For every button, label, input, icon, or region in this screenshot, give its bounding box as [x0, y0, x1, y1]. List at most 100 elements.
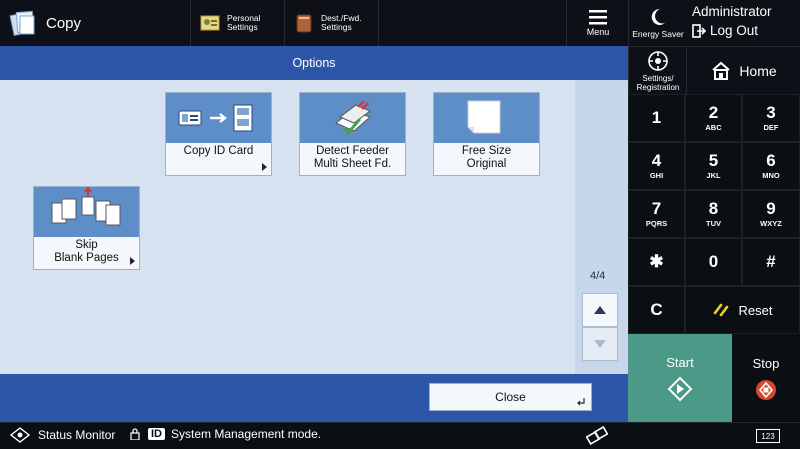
- detect-feeder-label-1: Detect Feeder: [316, 145, 389, 157]
- key-0[interactable]: 0: [685, 238, 742, 286]
- empty-quick-slot: [378, 0, 567, 46]
- key-number: 6: [766, 151, 776, 170]
- settings-label-1: Settings/: [642, 74, 674, 83]
- personal-settings-icon: [200, 15, 220, 31]
- logout-button[interactable]: Log Out: [692, 23, 758, 38]
- key-4[interactable]: 4 GHI: [628, 142, 685, 190]
- reset-icon: [713, 303, 728, 317]
- page-indicator: 4/4: [590, 270, 606, 282]
- status-monitor-label: Status Monitor: [38, 428, 116, 442]
- moon-icon: [651, 8, 665, 25]
- return-arrow-icon: [577, 398, 585, 406]
- key-number: 8: [708, 199, 719, 218]
- session-area: Energy Saver Administrator Log Out: [628, 0, 800, 46]
- free-size-original-button[interactable]: Free Size Original: [433, 92, 540, 176]
- options-panel: Options Copy ID Card Detect Feeder Multi…: [0, 46, 628, 422]
- dest-fwd-label-2: Settings: [321, 22, 352, 32]
- key-1[interactable]: 1: [628, 94, 685, 142]
- key-number: 9: [766, 199, 776, 218]
- key-asterisk[interactable]: ✱: [628, 238, 685, 286]
- detect-feeder-multi-sheet-button[interactable]: Detect Feeder Multi Sheet Fd.: [299, 92, 406, 176]
- key-letters: DEF: [763, 123, 779, 132]
- stop-icon: [756, 379, 776, 400]
- energy-saver-button[interactable]: Energy Saver: [628, 0, 687, 46]
- key-number: 1: [651, 108, 662, 127]
- key-number: 3: [766, 103, 776, 122]
- dest-fwd-settings-button[interactable]: Dest./Fwd. Settings: [284, 0, 379, 46]
- start-icon: [667, 376, 693, 401]
- logout-icon: [692, 23, 706, 38]
- system-message: ID System Management mode.: [130, 427, 321, 441]
- key-number: 4: [651, 151, 662, 170]
- key-5[interactable]: 5 JKL: [685, 142, 742, 190]
- submenu-arrow-icon: [262, 163, 267, 171]
- home-icon: [712, 61, 730, 80]
- close-button[interactable]: Close: [429, 383, 592, 411]
- personal-settings-button[interactable]: Personal Settings: [190, 0, 285, 46]
- user-name: Administrator: [692, 4, 772, 19]
- close-label: Close: [495, 390, 526, 404]
- copy-id-card-icon: [166, 93, 271, 143]
- detect-feeder-label-2: Multi Sheet Fd.: [313, 158, 392, 170]
- key-letters: ABC: [705, 123, 722, 132]
- energy-saver-label: Energy Saver: [632, 28, 684, 39]
- lock-icon: [130, 428, 140, 440]
- key-letters: PQRS: [645, 219, 668, 228]
- reset-button[interactable]: Reset: [685, 286, 800, 334]
- key-letters: JKL: [706, 171, 721, 180]
- reset-label: Reset: [738, 302, 773, 318]
- key-letters: GHI: [649, 171, 664, 180]
- copy-icon: [9, 10, 35, 37]
- triangle-up-icon: [594, 306, 606, 314]
- skip-blank-label-1: Skip: [75, 239, 98, 251]
- stop-label: Stop: [752, 355, 780, 371]
- key-number: C: [650, 300, 663, 319]
- start-button[interactable]: Start: [628, 334, 732, 422]
- copy-app-tab[interactable]: Copy: [0, 0, 190, 46]
- key-number: 2: [708, 103, 719, 122]
- key-3[interactable]: 3 DEF: [742, 94, 800, 142]
- counter-button[interactable]: 123: [756, 429, 780, 443]
- copy-id-card-label: Copy ID Card: [183, 145, 254, 157]
- system-message-text: System Management mode.: [171, 427, 322, 441]
- menu-button[interactable]: Menu: [566, 0, 629, 46]
- start-label: Start: [666, 354, 694, 370]
- personal-settings-label-2: Settings: [227, 22, 258, 32]
- panel-title: Options: [292, 56, 336, 70]
- status-bar: Status Monitor ID System Management mode…: [0, 422, 800, 449]
- stop-button[interactable]: Stop: [732, 334, 800, 422]
- copy-id-card-button[interactable]: Copy ID Card: [165, 92, 272, 176]
- key-letters: TUV: [706, 219, 721, 228]
- key-6[interactable]: 6 MNO: [742, 142, 800, 190]
- home-button[interactable]: Home: [686, 46, 800, 95]
- status-monitor-button[interactable]: Status Monitor: [10, 427, 115, 443]
- skip-blank-pages-button[interactable]: Skip Blank Pages: [33, 186, 140, 270]
- logout-label: Log Out: [710, 23, 759, 38]
- top-bar: Copy Personal Settings Dest./Fwd. Settin…: [0, 0, 628, 47]
- key-clear[interactable]: C: [628, 286, 685, 334]
- key-9[interactable]: 9 WXYZ: [742, 190, 800, 238]
- triangle-down-icon: [594, 340, 606, 348]
- free-size-label-2: Original: [466, 158, 507, 170]
- hamburger-icon: [589, 10, 607, 25]
- key-number: 5: [708, 151, 719, 170]
- key-7[interactable]: 7 PQRS: [628, 190, 685, 238]
- settings-icon: [648, 51, 668, 71]
- id-badge: ID: [148, 428, 165, 440]
- key-letters: MNO: [762, 171, 780, 180]
- skip-blank-label-2: Blank Pages: [54, 252, 119, 264]
- key-hash[interactable]: #: [742, 238, 800, 286]
- scroll-up-button[interactable]: [582, 293, 618, 327]
- menu-label: Menu: [586, 27, 610, 37]
- settings-registration-button[interactable]: Settings/ Registration: [628, 46, 687, 95]
- submenu-arrow-icon: [130, 257, 135, 265]
- numeric-keypad: 1 2 ABC 3 DEF 4 GHI 5 JKL 6 MNO 7 PQRS 8 TUV 9W…: [628, 94, 800, 334]
- key-number: #: [766, 252, 776, 271]
- status-monitor-icon: [10, 427, 30, 443]
- key-number: ✱: [649, 252, 664, 271]
- scroll-down-button[interactable]: [582, 327, 618, 361]
- key-2[interactable]: 2 ABC: [685, 94, 742, 142]
- key-8[interactable]: 8 TUV: [685, 190, 742, 238]
- options-content: Copy ID Card Detect Feeder Multi Sheet F…: [0, 80, 575, 374]
- key-number: 0: [708, 252, 719, 271]
